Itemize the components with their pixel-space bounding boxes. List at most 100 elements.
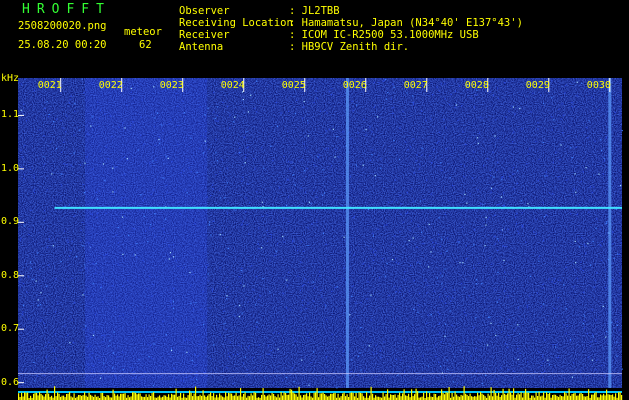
noise-speckle <box>478 262 480 264</box>
noise-speckle <box>232 382 235 385</box>
level-bar <box>562 396 564 400</box>
noise-speckle <box>404 271 406 273</box>
x-tick-label: 0026 <box>342 80 367 91</box>
noise-speckle <box>313 189 315 191</box>
level-bar <box>55 396 57 400</box>
noise-speckle <box>47 246 49 248</box>
noise-speckle <box>160 376 162 378</box>
noise-speckle <box>219 170 221 173</box>
noise-speckle <box>369 339 371 341</box>
noise-speckle <box>515 216 517 218</box>
noise-speckle <box>490 175 492 177</box>
noise-speckle <box>324 109 326 111</box>
noise-speckle <box>441 238 443 240</box>
noise-speckle <box>488 216 490 218</box>
noise-speckle <box>551 97 553 99</box>
noise-speckle <box>555 346 557 348</box>
noise-speckle <box>122 253 124 255</box>
noise-speckle <box>575 262 577 264</box>
noise-speckle <box>242 220 244 222</box>
noise-speckle <box>60 120 62 122</box>
level-bar <box>328 395 330 400</box>
noise-speckle <box>19 282 21 284</box>
noise-speckle <box>481 282 483 284</box>
noise-speckle <box>28 228 30 230</box>
noise-speckle <box>396 199 398 202</box>
noise-speckle <box>248 202 251 204</box>
level-bar <box>132 392 134 400</box>
noise-speckle <box>521 212 523 214</box>
noise-speckle <box>28 234 30 236</box>
noise-speckle <box>258 298 260 301</box>
noise-speckle <box>448 103 451 105</box>
noise-speckle <box>258 248 260 250</box>
noise-speckle <box>411 220 413 222</box>
noise-speckle <box>418 168 421 170</box>
noise-speckle <box>436 86 438 88</box>
level-bar <box>262 388 264 400</box>
noise-speckle <box>502 205 505 207</box>
level-bar <box>115 395 117 400</box>
noise-speckle <box>557 357 559 359</box>
noise-speckle <box>259 294 261 297</box>
noise-speckle <box>367 281 369 283</box>
noise-speckle <box>370 294 372 296</box>
noise-speckle <box>247 183 249 185</box>
level-bar <box>178 395 180 400</box>
noise-speckle <box>151 295 153 297</box>
noise-speckle <box>270 236 272 238</box>
noise-speckle <box>64 230 66 232</box>
noise-speckle <box>444 213 446 215</box>
level-bar <box>457 396 459 400</box>
noise-speckle <box>312 281 314 283</box>
noise-speckle <box>258 227 260 229</box>
noise-speckle <box>454 106 456 108</box>
noise-speckle <box>327 147 329 149</box>
noise-speckle <box>407 148 409 151</box>
noise-speckle <box>469 193 471 195</box>
level-bar <box>414 394 416 400</box>
noise-speckle <box>205 344 207 347</box>
noise-speckle <box>205 130 207 132</box>
noise-speckle <box>601 364 603 367</box>
noise-speckle <box>484 374 487 376</box>
noise-speckle <box>549 192 551 194</box>
noise-speckle <box>91 116 93 118</box>
noise-speckle <box>285 204 287 206</box>
noise-speckle <box>245 211 247 213</box>
noise-speckle <box>46 356 48 358</box>
noise-speckle <box>277 348 279 350</box>
level-bar <box>501 395 503 400</box>
noise-speckle <box>391 243 393 246</box>
noise-speckle <box>206 375 208 377</box>
noise-speckle <box>304 278 306 280</box>
noise-speckle <box>45 345 47 347</box>
noise-speckle <box>446 250 448 252</box>
noise-speckle <box>462 131 464 133</box>
noise-speckle <box>508 384 510 386</box>
noise-speckle <box>586 126 588 129</box>
noise-speckle <box>517 230 519 232</box>
noise-speckle <box>405 213 408 215</box>
noise-speckle <box>536 292 538 294</box>
noise-speckle <box>596 272 598 274</box>
level-bar <box>430 396 432 400</box>
noise-speckle <box>43 210 46 212</box>
noise-speckle <box>211 290 213 292</box>
level-bar <box>229 393 231 400</box>
noise-speckle <box>226 167 228 169</box>
level-bar <box>108 395 110 400</box>
noise-speckle <box>213 92 215 94</box>
noise-speckle <box>132 228 134 230</box>
noise-speckle <box>191 360 193 362</box>
noise-speckle <box>250 94 252 96</box>
level-bar <box>553 394 555 400</box>
noise-speckle <box>432 241 434 244</box>
noise-speckle <box>439 245 441 247</box>
noise-speckle <box>494 119 497 121</box>
noise-speckle <box>269 353 271 355</box>
noise-speckle <box>496 301 498 303</box>
noise-speckle <box>70 165 72 167</box>
level-bar <box>541 395 543 400</box>
noise-speckle <box>589 199 591 201</box>
